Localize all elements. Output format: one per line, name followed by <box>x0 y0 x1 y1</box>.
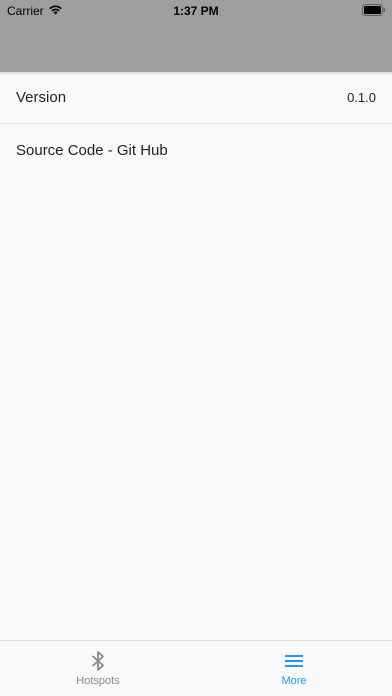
status-bar: Carrier 1:37 PM <box>0 0 392 22</box>
source-code-label: Source Code - Git Hub <box>16 141 168 159</box>
tab-hotspots[interactable]: Hotspots <box>0 641 196 696</box>
menu-icon <box>285 650 303 672</box>
app-screen: Carrier 1:37 PM Version 0.1.0 Source Cod… <box>0 0 392 696</box>
version-value: 0.1.0 <box>347 90 376 105</box>
tab-bar: Hotspots More <box>0 640 392 696</box>
tab-more-label: More <box>281 675 307 687</box>
tab-hotspots-label: Hotspots <box>76 675 120 687</box>
version-label: Version <box>16 89 67 106</box>
bluetooth-icon <box>91 650 105 672</box>
tab-more[interactable]: More <box>196 641 392 696</box>
list-item-version[interactable]: Version 0.1.0 <box>0 72 392 124</box>
status-time: 1:37 PM <box>173 4 219 18</box>
battery-icon <box>362 4 386 19</box>
list-item-source-code[interactable]: Source Code - Git Hub <box>0 124 392 176</box>
settings-list: Version 0.1.0 Source Code - Git Hub <box>0 72 392 176</box>
